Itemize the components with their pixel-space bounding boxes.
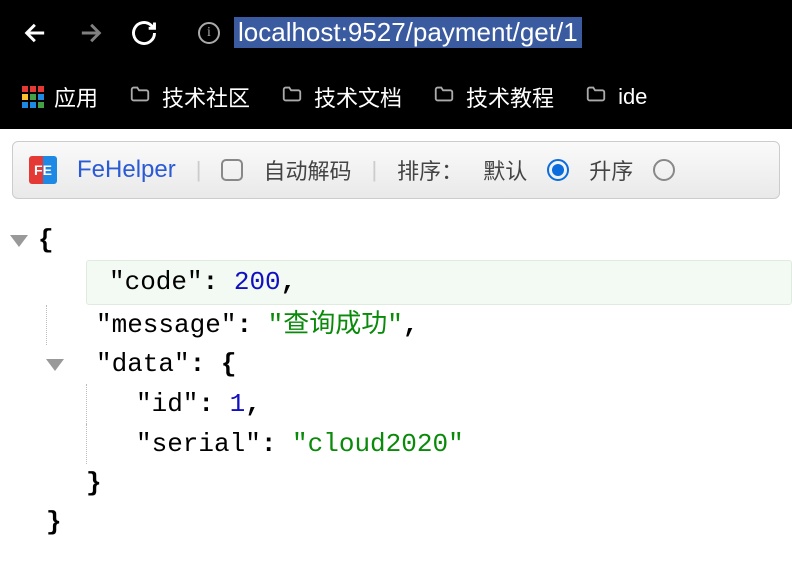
- apps-button[interactable]: 应用: [22, 81, 98, 113]
- reload-button[interactable]: [130, 19, 158, 47]
- folder-icon: [432, 83, 456, 111]
- json-close-brace: }: [86, 464, 102, 503]
- bookmarks-bar: 应用 技术社区 技术文档 技术教程 ide: [0, 65, 792, 129]
- folder-icon: [584, 83, 608, 111]
- auto-decode-checkbox[interactable]: [221, 159, 243, 181]
- divider: |: [196, 157, 202, 183]
- sort-asc-label: 升序: [589, 154, 633, 186]
- bookmark-folder-tech-docs[interactable]: 技术文档: [280, 81, 402, 113]
- sort-default-radio[interactable]: [547, 159, 569, 181]
- bookmark-label: 技术社区: [162, 81, 250, 113]
- bookmark-label: 技术文档: [314, 81, 402, 113]
- url-bar[interactable]: i localhost:9527/payment/get/1: [184, 11, 770, 54]
- json-property-code[interactable]: "code": 200,: [86, 260, 792, 305]
- json-close-brace: }: [46, 503, 62, 542]
- folder-icon: [280, 83, 304, 111]
- collapse-caret[interactable]: [46, 359, 64, 371]
- auto-decode-label: 自动解码: [263, 154, 351, 186]
- divider: |: [371, 157, 377, 183]
- app-name: FeHelper: [77, 156, 176, 184]
- json-property-id[interactable]: "id": 1,: [114, 385, 261, 424]
- collapse-caret[interactable]: [10, 235, 28, 247]
- bookmark-folder-tech-tutorials[interactable]: 技术教程: [432, 81, 554, 113]
- url-text: localhost:9527/payment/get/1: [234, 17, 582, 48]
- back-button[interactable]: [22, 19, 50, 47]
- sort-asc-radio[interactable]: [653, 159, 675, 181]
- sort-default-label: 默认: [483, 154, 527, 186]
- browser-nav-bar: i localhost:9527/payment/get/1: [0, 0, 792, 65]
- site-info-icon[interactable]: i: [198, 22, 220, 44]
- bookmark-folder-tech-community[interactable]: 技术社区: [128, 81, 250, 113]
- json-property-message[interactable]: "message": "查询成功",: [74, 306, 418, 345]
- bookmark-label: 技术教程: [466, 81, 554, 113]
- json-open-brace: {: [38, 221, 54, 260]
- json-property-data[interactable]: "data": {: [74, 345, 236, 384]
- folder-icon: [128, 83, 152, 111]
- apps-label: 应用: [54, 81, 98, 113]
- fehelper-logo-icon: FE: [29, 156, 57, 184]
- bookmark-folder-ide[interactable]: ide: [584, 83, 647, 111]
- bookmark-label: ide: [618, 84, 647, 110]
- apps-grid-icon: [22, 86, 44, 108]
- json-property-serial[interactable]: "serial": "cloud2020": [114, 425, 464, 464]
- forward-button[interactable]: [76, 19, 104, 47]
- sort-label: 排序：: [397, 154, 463, 186]
- json-viewer: { "code": 200, "message": "查询成功", "data"…: [0, 211, 792, 542]
- fehelper-toolbar: FE FeHelper | 自动解码 | 排序： 默认 升序: [12, 141, 780, 199]
